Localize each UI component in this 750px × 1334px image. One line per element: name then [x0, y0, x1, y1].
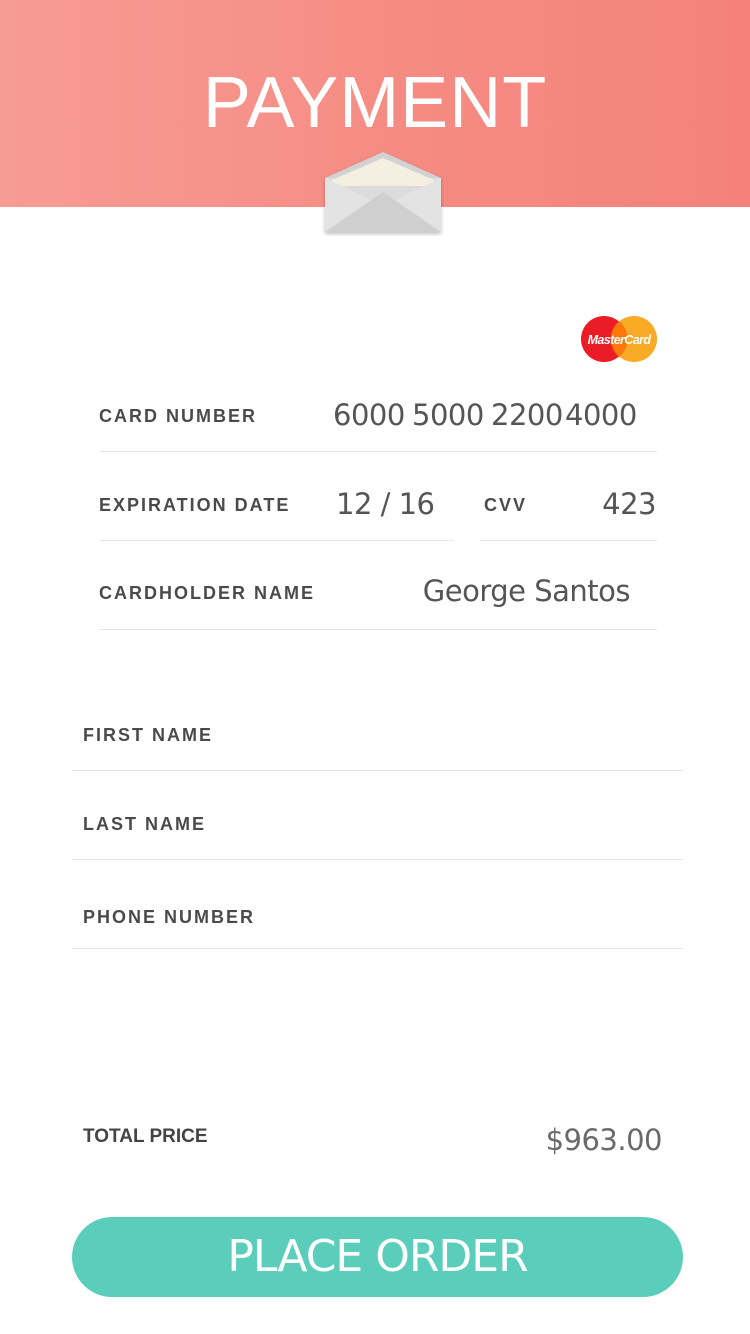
first-name-label: FIRST NAME [83, 725, 213, 745]
phone-number-field[interactable] [72, 948, 683, 949]
total-price-value: $963.00 [545, 1123, 663, 1157]
card-number-group-1[interactable]: 6000 [333, 398, 405, 432]
card-number-group-2[interactable]: 5000 [412, 398, 484, 432]
last-name-field[interactable] [72, 859, 683, 860]
expiration-underline [99, 540, 454, 541]
card-number-label: CARD NUMBER [99, 406, 257, 426]
expiration-date-label: EXPIRATION DATE [99, 495, 291, 515]
cardholder-name-field[interactable]: George Santos [423, 574, 631, 608]
card-number-group-3[interactable]: 2200 [491, 398, 563, 432]
cvv-underline [480, 540, 657, 541]
mastercard-wordmark: MasterCard [588, 333, 652, 347]
cvv-label: CVV [484, 495, 528, 515]
expiration-date-field[interactable]: 12 / 16 [336, 487, 435, 521]
mastercard-logo: MasterCard [581, 316, 657, 362]
first-name-field[interactable] [72, 770, 683, 771]
total-price-label: TOTAL PRICE [83, 1126, 208, 1147]
last-name-label: LAST NAME [83, 814, 206, 834]
cvv-field[interactable]: 423 [602, 487, 656, 521]
cardholder-name-label: CARDHOLDER NAME [99, 583, 315, 603]
phone-number-label: PHONE NUMBER [83, 907, 256, 927]
page-title: PAYMENT [202, 63, 548, 143]
envelope-icon [325, 152, 441, 232]
cardholder-underline [99, 629, 657, 630]
card-number-underline [99, 451, 657, 452]
card-number-group-4[interactable]: 4000 [565, 398, 637, 432]
place-order-button[interactable]: PLACE ORDER [72, 1217, 683, 1297]
